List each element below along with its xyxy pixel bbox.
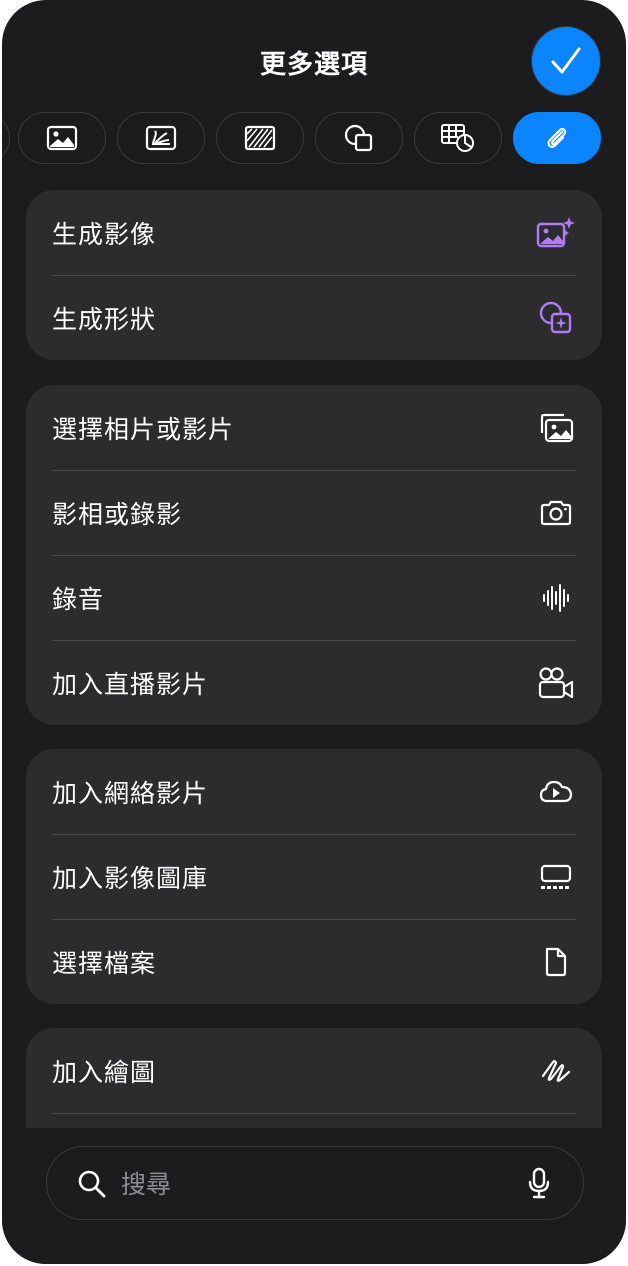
- list-item[interactable]: 加入直播影片: [26, 640, 602, 725]
- list-item[interactable]: 加入網絡影片: [26, 749, 602, 834]
- shapes-icon: [344, 124, 373, 152]
- list-item-label: 影相或錄影: [52, 499, 183, 529]
- tab-shape[interactable]: [315, 112, 403, 164]
- camera-icon: [536, 493, 576, 533]
- more-options-sheet: 更多選項 生成影像 生成形狀 選擇相片或影片 影相或錄影 錄音 加入直播影片 加…: [2, 0, 626, 1264]
- list-item[interactable]: 生成形狀: [26, 275, 602, 360]
- list-item-label: 生成影像: [52, 219, 157, 249]
- image-sparkle-icon: [536, 213, 576, 253]
- graphic-icon: [145, 125, 177, 151]
- ai-generate-group: 生成影像 生成形狀: [26, 190, 602, 360]
- video-camera-icon: [536, 663, 576, 703]
- list-item-label: 錄音: [52, 584, 105, 614]
- cloud-play-icon: [536, 772, 576, 812]
- checkmark-icon: [551, 47, 581, 74]
- waveform-icon: [536, 578, 576, 618]
- list-item-label: 選擇相片或影片: [52, 414, 235, 444]
- list-item[interactable]: 錄音: [26, 555, 602, 640]
- shape-sparkle-icon: [536, 298, 576, 338]
- tab-image[interactable]: [18, 112, 106, 164]
- tab-attachment[interactable]: [513, 112, 601, 164]
- table-chart-icon: [441, 124, 474, 152]
- list-item[interactable]: 生成影像: [26, 190, 602, 275]
- microphone-icon[interactable]: [527, 1167, 551, 1199]
- list-item[interactable]: 選擇相片或影片: [26, 385, 602, 470]
- list-item[interactable]: 影相或錄影: [26, 470, 602, 555]
- search-bar[interactable]: [46, 1146, 584, 1220]
- tab-texture[interactable]: [216, 112, 304, 164]
- tab-table-chart[interactable]: [414, 112, 502, 164]
- done-button[interactable]: [532, 27, 600, 95]
- list-item-label: 選擇檔案: [52, 948, 157, 978]
- paperclip-icon: [547, 127, 567, 148]
- list-item-label: 加入影像圖庫: [52, 863, 209, 893]
- insert-category-tabs: [2, 112, 626, 166]
- striped-square-icon: [244, 125, 276, 151]
- web-media-group: 加入網絡影片 加入影像圖庫 選擇檔案: [26, 749, 602, 1004]
- list-item-label: 加入網絡影片: [52, 778, 209, 808]
- gallery-icon: [536, 857, 576, 897]
- tab-partial[interactable]: [2, 112, 10, 164]
- list-item-label: 加入直播影片: [52, 669, 209, 699]
- photo-icon: [46, 125, 78, 151]
- list-item[interactable]: 加入影像圖庫: [26, 834, 602, 919]
- list-item-label: 加入繪圖: [52, 1057, 157, 1087]
- list-item[interactable]: 加入繪圖: [26, 1028, 602, 1113]
- photos-icon: [536, 408, 576, 448]
- scribble-icon: [536, 1051, 576, 1091]
- tab-graphic[interactable]: [117, 112, 205, 164]
- search-icon: [78, 1170, 106, 1198]
- list-item[interactable]: 選擇檔案: [26, 919, 602, 1004]
- list-item-label: 生成形狀: [52, 304, 157, 334]
- document-icon: [536, 942, 576, 982]
- search-input[interactable]: [119, 1165, 503, 1203]
- media-group: 選擇相片或影片 影相或錄影 錄音 加入直播影片: [26, 385, 602, 725]
